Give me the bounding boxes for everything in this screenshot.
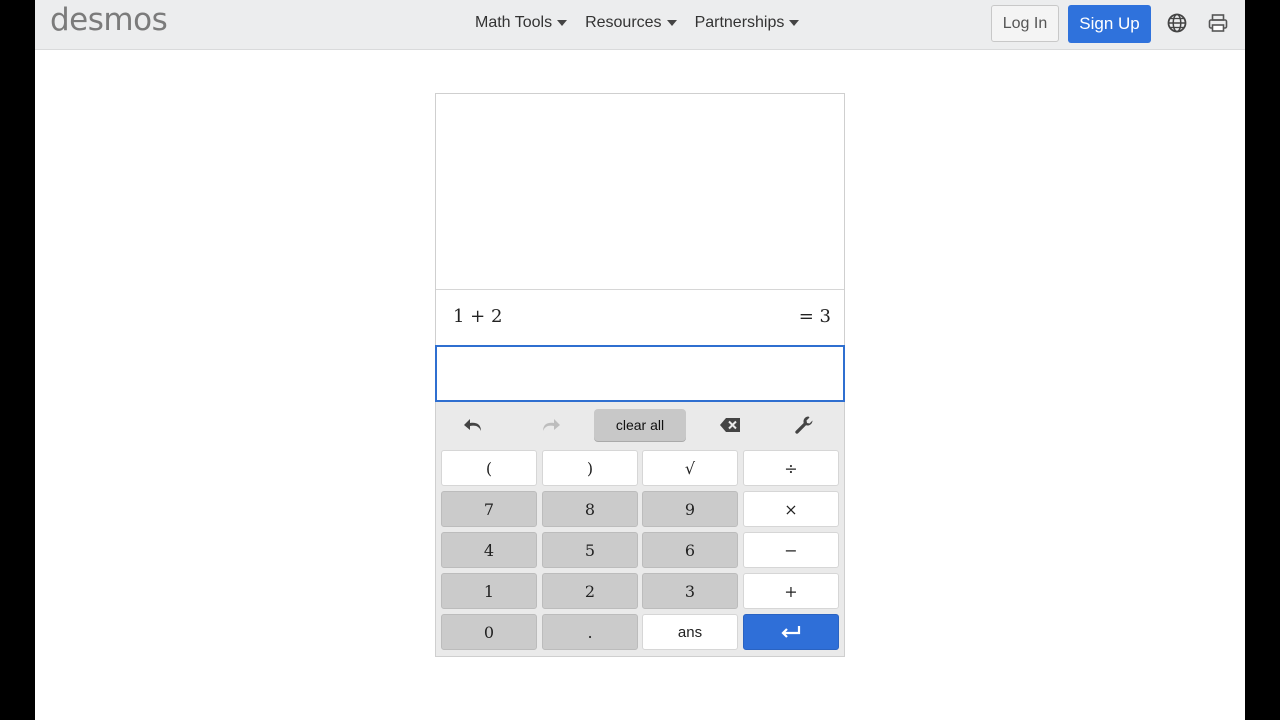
nav-partnerships[interactable]: Partnerships [695, 14, 800, 32]
redo-icon[interactable] [539, 415, 561, 435]
desmos-logo[interactable]: desmos [50, 2, 168, 38]
key-7[interactable]: 7 [441, 491, 537, 527]
key-divide[interactable]: ÷ [743, 450, 839, 486]
caret-down-icon [557, 20, 568, 26]
log-in-button[interactable]: Log In [991, 5, 1059, 42]
key-0[interactable]: 0 [441, 614, 537, 650]
key-9[interactable]: 9 [642, 491, 738, 527]
sign-up-button[interactable]: Sign Up [1068, 5, 1151, 43]
key-decimal[interactable]: . [542, 614, 638, 650]
key-2[interactable]: 2 [542, 573, 638, 609]
nav-partnerships-label: Partnerships [694, 14, 785, 31]
nav-resources[interactable]: Resources [585, 14, 677, 32]
printer-icon[interactable] [1207, 12, 1229, 34]
wrench-icon[interactable] [794, 415, 816, 435]
caret-down-icon [666, 20, 677, 26]
history-row[interactable]: 1 + 2 = 3 [436, 289, 844, 344]
key-multiply[interactable]: × [743, 491, 839, 527]
key-open-paren[interactable]: ( [441, 450, 537, 486]
key-3[interactable]: 3 [642, 573, 738, 609]
globe-icon[interactable] [1166, 12, 1188, 34]
key-plus[interactable]: + [743, 573, 839, 609]
key-5[interactable]: 5 [542, 532, 638, 568]
keypad: clear all ( ) √ ÷ 7 8 9 × 4 5 6 − 1 2 3 … [436, 402, 844, 656]
history-result: = 3 [798, 306, 831, 327]
clear-all-button[interactable]: clear all [594, 409, 686, 441]
key-close-paren[interactable]: ) [542, 450, 638, 486]
keypad-toolbar: clear all [436, 402, 844, 448]
page: desmos Math Tools Resources Partnerships… [35, 0, 1245, 720]
nav-math-tools-label: Math Tools [475, 14, 553, 31]
history-expression: 1 + 2 [453, 306, 503, 327]
nav-resources-label: Resources [585, 14, 662, 31]
history-area [436, 94, 844, 289]
key-enter[interactable] [743, 614, 839, 650]
key-minus[interactable]: − [743, 532, 839, 568]
four-function-calculator: 1 + 2 = 3 clear all () √ ÷ 7 8 9 × 4 5 … [435, 93, 845, 657]
enter-icon [781, 626, 801, 638]
caret-down-icon [789, 20, 800, 26]
key-1[interactable]: 1 [441, 573, 537, 609]
key-4[interactable]: 4 [441, 532, 537, 568]
nav-math-tools[interactable]: Math Tools [475, 14, 568, 32]
key-8[interactable]: 8 [542, 491, 638, 527]
key-sqrt[interactable]: √ [642, 450, 738, 486]
key-6[interactable]: 6 [642, 532, 738, 568]
undo-icon[interactable] [463, 415, 485, 435]
top-navigation-bar: desmos Math Tools Resources Partnerships… [35, 0, 1245, 50]
backspace-icon[interactable] [719, 415, 741, 435]
main-nav: Math Tools Resources Partnerships [475, 14, 800, 32]
key-ans[interactable]: ans [642, 614, 738, 650]
expression-input[interactable] [435, 345, 845, 402]
